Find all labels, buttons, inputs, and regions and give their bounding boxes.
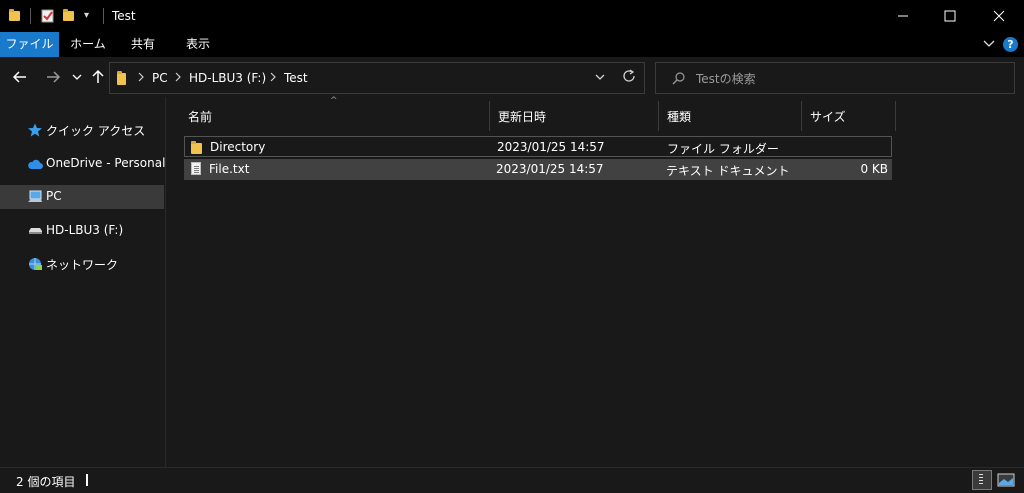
tab-home[interactable]: ホーム [59, 32, 117, 57]
text-cursor [86, 474, 88, 486]
navigation-bar: PC HD-LBU3 (F:) Test [0, 57, 1024, 97]
recent-locations-button[interactable] [67, 69, 87, 87]
file-name: Directory [210, 140, 266, 154]
sidebar-item-network[interactable]: ネットワーク [0, 252, 164, 276]
text-file-icon [189, 162, 203, 177]
folder-icon [8, 8, 24, 24]
title-bar: ▾ Test [0, 0, 1024, 32]
minimize-button[interactable] [880, 0, 926, 32]
maximize-icon [944, 10, 956, 22]
refresh-button[interactable] [621, 68, 639, 88]
large-icons-view-icon [997, 473, 1015, 487]
address-bar[interactable]: PC HD-LBU3 (F:) Test [109, 62, 645, 94]
breadcrumb-separator [137, 70, 145, 87]
file-size: 0 KB [860, 162, 888, 176]
details-view-button[interactable] [972, 470, 992, 490]
navigation-pane: クイック アクセス OneDrive - Personal PC HD-LBU3… [0, 97, 165, 467]
title-separator [103, 8, 104, 24]
maximize-button[interactable] [927, 0, 973, 32]
column-divider[interactable] [895, 101, 896, 131]
drive-icon [29, 228, 42, 234]
item-count: 2 個の項目 [16, 475, 76, 489]
file-modified: 2023/01/25 14:57 [496, 162, 604, 176]
sidebar-item-label: クイック アクセス [46, 124, 146, 138]
sidebar-item-onedrive[interactable]: OneDrive - Personal [0, 152, 166, 176]
column-header-modified[interactable]: 更新日時 [490, 101, 658, 131]
window-title: Test [112, 9, 136, 23]
breadcrumb-separator[interactable] [174, 70, 182, 87]
tab-share[interactable]: 共有 [117, 32, 169, 57]
breadcrumb-drive[interactable]: HD-LBU3 (F:) [189, 71, 266, 85]
details-view-icon [979, 474, 983, 484]
breadcrumb-separator[interactable] [269, 70, 277, 87]
folder-icon [117, 71, 129, 85]
up-button[interactable] [88, 69, 108, 87]
chevron-down-icon [595, 74, 605, 80]
address-history-button[interactable] [594, 69, 610, 88]
column-header-size[interactable]: サイズ [802, 101, 895, 131]
sidebar-item-drive[interactable]: HD-LBU3 (F:) [0, 219, 164, 243]
arrow-right-icon [47, 71, 61, 83]
tab-view[interactable]: 表示 [169, 32, 227, 57]
tab-file[interactable]: ファイル [0, 32, 59, 57]
close-icon [993, 10, 1005, 22]
sidebar-item-label: ネットワーク [46, 258, 119, 272]
close-button[interactable] [976, 0, 1022, 32]
sidebar-item-label: HD-LBU3 (F:) [46, 223, 124, 237]
file-row[interactable]: File.txt 2023/01/25 14:57 テキスト ドキュメント 0 … [184, 159, 892, 180]
search-box[interactable] [655, 62, 1015, 94]
search-input[interactable] [696, 70, 996, 88]
sidebar-item-label: PC [46, 189, 62, 203]
file-row[interactable]: Directory 2023/01/25 14:57 ファイル フォルダー [184, 136, 892, 157]
network-icon [29, 258, 42, 270]
pc-icon [28, 190, 42, 202]
large-icons-view-button[interactable] [996, 470, 1016, 490]
sidebar-item-quick-access[interactable]: クイック アクセス [0, 118, 164, 142]
chevron-down-icon [983, 40, 995, 47]
chevron-down-icon [72, 74, 82, 80]
folder-icon [190, 140, 204, 155]
expand-ribbon-button[interactable] [982, 36, 998, 52]
file-modified: 2023/01/25 14:57 [497, 140, 605, 154]
column-header-type[interactable]: 種類 [659, 101, 801, 131]
file-type: テキスト ドキュメント [666, 164, 790, 178]
search-icon [672, 72, 685, 85]
breadcrumb-test[interactable]: Test [284, 71, 308, 85]
file-name: File.txt [209, 162, 250, 176]
breadcrumb-pc[interactable]: PC [152, 71, 168, 85]
minimize-icon [898, 15, 908, 17]
refresh-icon [623, 69, 635, 82]
arrow-up-icon [92, 69, 104, 83]
ribbon-tabs: ファイル ホーム 共有 表示 ? [0, 32, 1024, 57]
new-folder-icon[interactable] [62, 8, 78, 24]
status-bar: 2 個の項目 [0, 467, 1024, 493]
sidebar-item-label: OneDrive - Personal [46, 156, 166, 170]
back-button[interactable] [10, 69, 30, 87]
column-header-name[interactable]: 名前 [180, 101, 490, 131]
file-type: ファイル フォルダー [667, 142, 779, 156]
file-list: ^ 名前 更新日時 種類 サイズ Directory 2023/01/25 14… [166, 96, 1024, 467]
arrow-left-icon [12, 71, 26, 83]
cloud-icon [28, 159, 43, 169]
quick-access-separator [30, 8, 31, 24]
customize-quick-access-icon[interactable]: ▾ [84, 8, 100, 24]
sidebar-item-pc[interactable]: PC [0, 185, 164, 209]
star-icon [28, 123, 42, 137]
forward-button[interactable] [43, 69, 63, 87]
properties-icon[interactable] [40, 8, 56, 24]
help-icon[interactable]: ? [1003, 37, 1018, 52]
